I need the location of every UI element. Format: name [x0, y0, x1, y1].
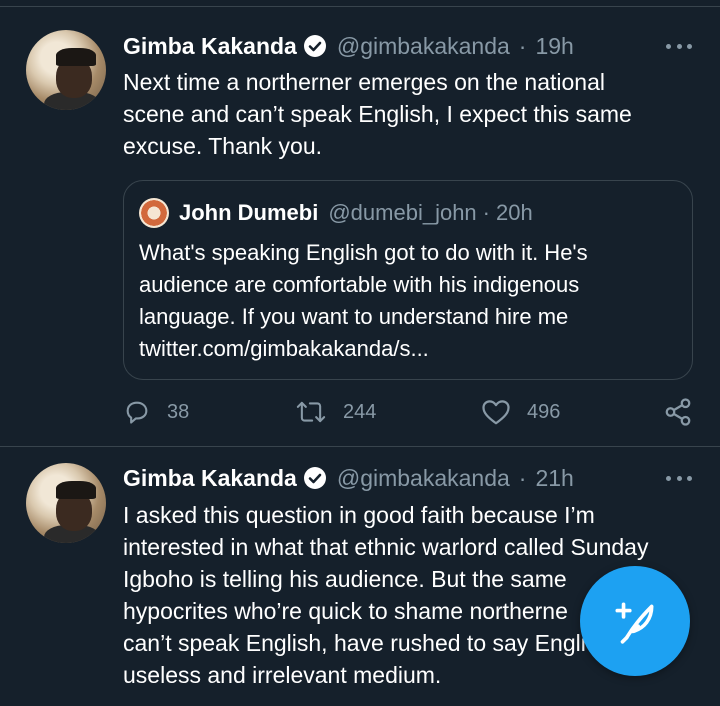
- more-icon[interactable]: [666, 44, 692, 50]
- compose-tweet-icon: [615, 602, 654, 644]
- author-name[interactable]: Gimba Kakanda: [123, 33, 297, 60]
- author-handle[interactable]: @gimbakakanda: [337, 33, 510, 60]
- tweet-text-line: scene and can’t speak English, I expect …: [123, 101, 632, 127]
- tweet[interactable]: Gimba Kakanda @gimbakakanda · 19h Next t…: [0, 0, 720, 447]
- share-icon: [665, 398, 691, 426]
- tweet-text-line: I asked this question in good faith beca…: [123, 502, 595, 528]
- tweet-actions: 38 244 496: [123, 395, 693, 429]
- like-count: 496: [527, 400, 561, 423]
- like-button[interactable]: 496: [481, 395, 560, 429]
- quoted-text-line: language. If you want to understand hire…: [139, 304, 569, 329]
- share-button[interactable]: [663, 395, 709, 429]
- like-icon: [482, 400, 510, 425]
- quoted-author-avatar: [139, 198, 169, 228]
- verified-badge-icon: [303, 467, 326, 489]
- quoted-author-handle: @dumebi_john: [328, 200, 477, 225]
- tweet-text: Next time a northerner emerges on the na…: [123, 66, 683, 162]
- reply-button[interactable]: 38: [123, 395, 189, 429]
- more-icon[interactable]: [666, 476, 692, 482]
- tweet-timestamp[interactable]: 21h: [535, 465, 573, 492]
- quoted-author-name: John Dumebi: [179, 200, 319, 225]
- tweet-text-line: excuse. Thank you.: [123, 133, 323, 159]
- tweet-text-line: Next time a northerner emerges on the na…: [123, 69, 605, 95]
- tweet-header: Gimba Kakanda @gimbakakanda · 19h: [123, 31, 574, 61]
- quoted-text-line: audience are comfortable with his indige…: [139, 272, 580, 297]
- author-name[interactable]: Gimba Kakanda: [123, 465, 297, 492]
- author-avatar[interactable]: [26, 463, 106, 543]
- quoted-tweet-timestamp: 20h: [496, 200, 533, 225]
- retweet-icon: [296, 401, 326, 423]
- retweet-count: 244: [343, 400, 377, 423]
- separator-dot: ·: [518, 464, 527, 491]
- quoted-text-line: twitter.com/gimbakakanda/s...: [139, 336, 429, 361]
- verified-badge-icon: [303, 35, 326, 57]
- retweet-button[interactable]: 244: [295, 395, 376, 429]
- quoted-tweet-text: What's speaking English got to do with i…: [139, 237, 679, 365]
- separator-dot: ·: [518, 32, 527, 59]
- reply-icon: [126, 401, 148, 424]
- author-avatar[interactable]: [26, 30, 106, 110]
- quoted-tweet-header: John Dumebi @dumebi_john · 20h: [139, 198, 533, 228]
- tweet-text-line: useless and irrelevant medium.: [123, 662, 442, 688]
- compose-tweet-button[interactable]: [580, 566, 690, 676]
- quoted-text-line: What's speaking English got to do with i…: [139, 240, 588, 265]
- tweet-text-line: interested in what that ethnic warlord c…: [123, 534, 649, 560]
- separator-dot: ·: [482, 200, 490, 225]
- reply-count: 38: [167, 400, 190, 423]
- quoted-tweet[interactable]: John Dumebi @dumebi_john · 20h What's sp…: [123, 180, 693, 380]
- tweet-timestamp[interactable]: 19h: [535, 33, 573, 60]
- author-handle[interactable]: @gimbakakanda: [337, 465, 510, 492]
- tweet-header: Gimba Kakanda @gimbakakanda · 21h: [123, 463, 574, 493]
